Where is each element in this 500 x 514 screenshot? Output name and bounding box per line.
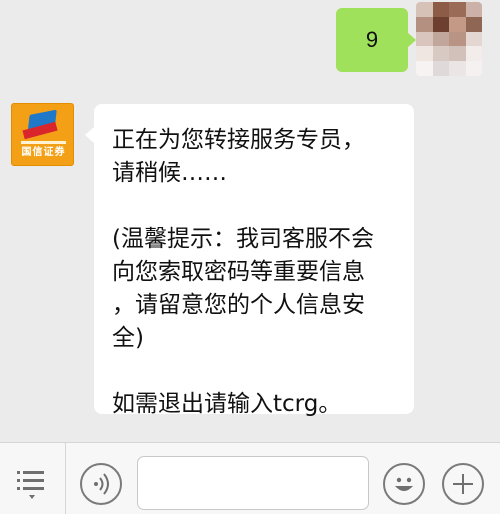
pixelated-avatar-image [416, 2, 482, 76]
plus-icon [453, 474, 473, 494]
voice-button[interactable] [80, 463, 122, 505]
message-line: 正在为您转接服务专员， [112, 127, 365, 153]
emoji-button[interactable] [383, 463, 425, 505]
menu-button[interactable] [11, 464, 53, 502]
message-input[interactable] [137, 456, 369, 510]
incoming-message-bubble[interactable]: 正在为您转接服务专员， 请稍候…… (温馨提示：我司客服不会 向您索取密码等重要… [85, 104, 414, 417]
message-line: ，请留意您的个人信息安 [112, 292, 365, 318]
message-line: (温馨提示：我司客服不会 [112, 226, 374, 252]
voice-wave-icon [94, 473, 109, 495]
message-line: 向您索取密码等重要信息 [112, 259, 365, 285]
message-line: 请稍候…… [112, 160, 227, 186]
service-account-avatar[interactable]: 国信证券 [11, 103, 74, 166]
logo-text: 国信证券 [21, 147, 66, 158]
chat-area[interactable]: 9 国信证券 正在为您转接服务专员， 请稍候…… (温馨提示：我司客服不会 向您… [0, 0, 500, 442]
list-icon [17, 471, 44, 499]
plus-button[interactable] [442, 463, 484, 505]
input-bar-divider [65, 443, 66, 514]
logo-small-text-bar [21, 141, 66, 144]
smiley-icon [395, 477, 413, 491]
message-line: 如需退出请输入tcrg。 [112, 391, 342, 417]
outgoing-message-bubble[interactable]: 9 [336, 8, 416, 72]
input-bar [0, 442, 500, 514]
chat-screen: 9 国信证券 正在为您转接服务专员， 请稍候…… (温馨提示：我司客服不会 向您… [0, 0, 500, 514]
message-line: 全) [112, 325, 144, 351]
outgoing-message-text: 9 [365, 27, 379, 52]
user-avatar[interactable] [416, 2, 482, 76]
